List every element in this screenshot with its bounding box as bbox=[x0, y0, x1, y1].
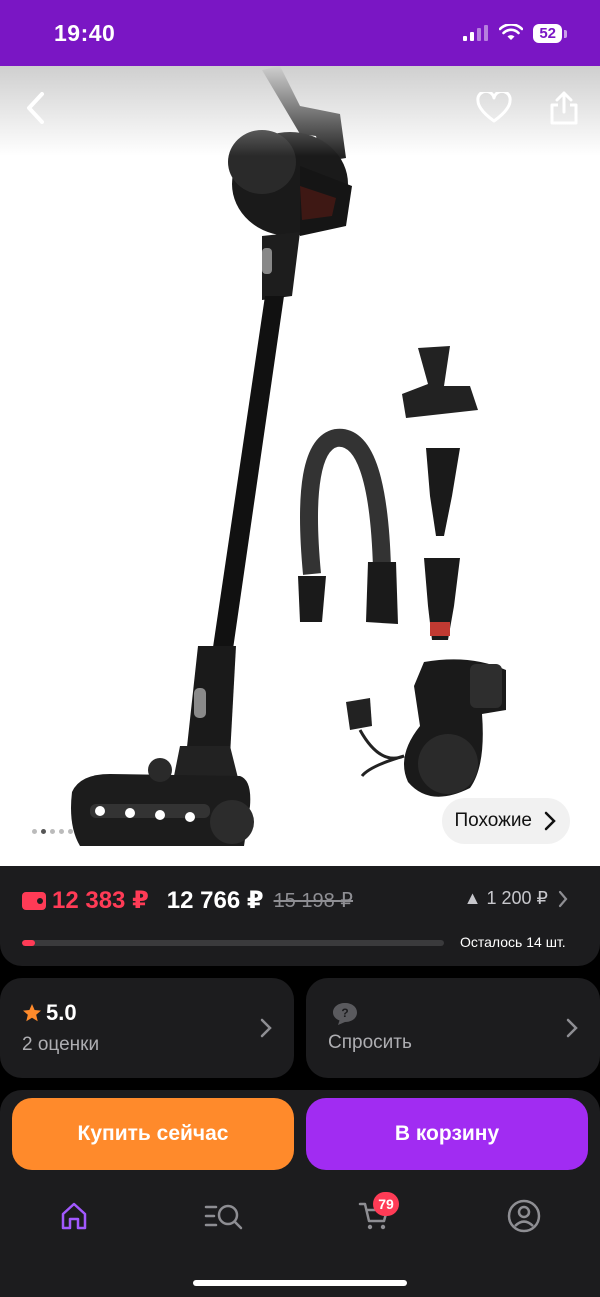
chevron-right-icon bbox=[558, 890, 568, 907]
status-bar: 19:40 52 bbox=[0, 0, 600, 66]
pagination-dot bbox=[59, 829, 64, 834]
tab-home[interactable] bbox=[52, 1198, 96, 1234]
share-button[interactable] bbox=[542, 86, 586, 130]
tab-profile[interactable] bbox=[502, 1198, 546, 1234]
pagination-dot bbox=[68, 829, 73, 834]
battery-indicator: 52 bbox=[533, 23, 567, 43]
heart-icon bbox=[476, 92, 512, 123]
ask-question-card[interactable]: ? Спросить bbox=[306, 978, 600, 1078]
rating-value: 5.0 bbox=[22, 1000, 77, 1026]
stock-progress-bar bbox=[22, 940, 444, 946]
pagination-dot bbox=[41, 829, 46, 834]
stock-remaining: Осталось 14 шт. bbox=[460, 934, 566, 950]
product-gallery[interactable]: Похожие bbox=[0, 66, 600, 866]
add-to-cart-button[interactable]: В корзину bbox=[306, 1098, 588, 1170]
old-price: 15 198 ₽ bbox=[273, 890, 354, 912]
signal-icon bbox=[463, 25, 489, 41]
pagination-dot bbox=[32, 829, 37, 834]
wifi-icon bbox=[499, 24, 524, 40]
price-drop-label: ▲ 1 200 ₽ bbox=[463, 888, 549, 908]
action-bar: Купить сейчас В корзину bbox=[0, 1090, 600, 1182]
chat-icon: ? bbox=[333, 1003, 357, 1025]
share-icon bbox=[550, 91, 578, 125]
home-icon bbox=[61, 1202, 87, 1230]
similar-label: Похожие bbox=[454, 810, 532, 831]
rating-count: 2 оценки bbox=[22, 1034, 100, 1055]
wallet-icon bbox=[22, 891, 46, 910]
svg-text:?: ? bbox=[341, 1006, 348, 1020]
similar-button[interactable]: Похожие bbox=[442, 798, 570, 844]
home-indicator[interactable] bbox=[193, 1280, 407, 1286]
profile-icon bbox=[507, 1199, 541, 1233]
product-image[interactable] bbox=[0, 66, 600, 866]
tab-catalog[interactable] bbox=[202, 1198, 246, 1234]
ask-label: Спросить bbox=[328, 1032, 412, 1053]
gallery-pagination bbox=[32, 829, 73, 834]
card-price: 12 383 ₽ bbox=[52, 887, 149, 914]
status-time: 19:40 bbox=[54, 19, 116, 46]
price-card[interactable]: 12 383 ₽ 12 766 ₽ 15 198 ₽ ▲ 1 200 ₽ Ост… bbox=[0, 866, 600, 966]
chevron-right-icon bbox=[544, 811, 556, 831]
back-arrow-icon bbox=[27, 92, 44, 124]
rating-number: 5.0 bbox=[46, 1000, 77, 1025]
star-icon bbox=[23, 1004, 41, 1022]
chevron-right-icon bbox=[566, 1018, 578, 1038]
pagination-dot bbox=[50, 829, 55, 834]
back-button[interactable] bbox=[14, 86, 58, 130]
status-icons: 52 bbox=[463, 23, 567, 43]
chevron-right-icon bbox=[260, 1018, 272, 1038]
price-row: 12 383 ₽ 12 766 ₽ 15 198 ₽ bbox=[22, 886, 353, 915]
favorite-button[interactable] bbox=[472, 86, 516, 130]
cart-badge: 79 bbox=[373, 1192, 399, 1216]
price-drop[interactable]: ▲ 1 200 ₽ bbox=[464, 888, 568, 909]
price-drop-value: 1 200 ₽ bbox=[486, 888, 549, 908]
catalog-search-icon bbox=[204, 1204, 243, 1230]
rating-card[interactable]: 5.0 2 оценки bbox=[0, 978, 294, 1078]
stock-progress-fill bbox=[22, 940, 35, 946]
buy-now-button[interactable]: Купить сейчас bbox=[12, 1098, 294, 1170]
regular-price: 12 766 ₽ bbox=[166, 887, 264, 914]
